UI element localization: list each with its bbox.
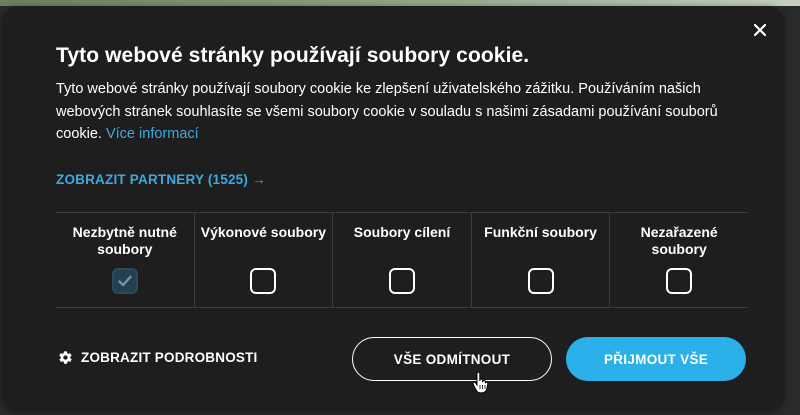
category-label: Nezařazené soubory xyxy=(640,224,718,257)
category-label: Nezbytně nutné soubory xyxy=(72,224,177,257)
close-icon xyxy=(754,24,766,36)
cookie-consent-dialog: Tyto webové stránky používají soubory co… xyxy=(2,6,784,410)
category-label: Výkonové soubory xyxy=(200,224,327,240)
details-label: ZOBRAZIT PODROBNOSTI xyxy=(81,350,258,365)
unclassified-checkbox[interactable] xyxy=(666,268,693,294)
category-label: Soubory cílení xyxy=(353,224,451,240)
category-label: Funkční soubory xyxy=(484,224,597,240)
more-info-link[interactable]: Více informací xyxy=(106,126,199,142)
checkmark-icon xyxy=(118,275,132,287)
show-details-button[interactable]: ZOBRAZIT PODROBNOSTI xyxy=(58,350,258,365)
category-unclassified: Nezařazené soubory xyxy=(609,213,748,307)
accept-all-button[interactable]: PŘIJMOUT VŠE xyxy=(566,337,746,381)
category-functional: Funkční soubory xyxy=(470,213,610,307)
category-necessary: Nezbytně nutné soubory xyxy=(56,213,194,307)
category-performance: Výkonové soubory xyxy=(193,213,333,307)
dialog-description: Tyto webové stránky používají soubory co… xyxy=(56,78,756,146)
performance-checkbox[interactable] xyxy=(250,268,277,294)
category-targeting: Soubory cílení xyxy=(332,213,471,307)
gear-icon xyxy=(59,351,72,364)
reject-all-button[interactable]: VŠE ODMÍTNOUT xyxy=(352,337,552,381)
cookie-categories: Nezbytně nutné soubory Výkonové soubory … xyxy=(56,212,748,308)
close-button[interactable] xyxy=(748,18,772,42)
necessary-checkbox xyxy=(111,268,138,294)
show-partners-link[interactable]: ZOBRAZIT PARTNERY (1525) → xyxy=(56,172,266,187)
functional-checkbox[interactable] xyxy=(527,268,554,294)
dialog-title: Tyto webové stránky používají soubory co… xyxy=(56,44,530,67)
targeting-checkbox[interactable] xyxy=(388,268,415,294)
